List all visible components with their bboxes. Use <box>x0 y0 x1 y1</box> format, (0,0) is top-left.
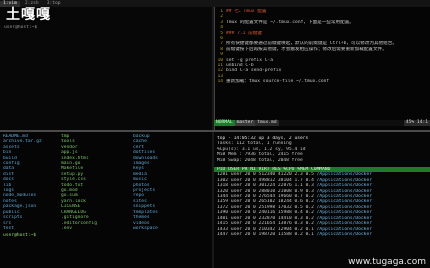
vim-branch: master <box>234 120 256 126</box>
pane-text: user@host:~$ <box>4 25 38 30</box>
table-row[interactable]: 1447 user 20 0 198720 11588 0.2 0.1 /App… <box>217 232 427 237</box>
tmux-window-bar: 1:vim 2:zsh 3:top <box>0 0 430 7</box>
vim-position: 45% 14:1 <box>403 120 430 126</box>
list-item: test <box>3 225 15 231</box>
file-column-1: README.md archive.tar.gz assets bin buil… <box>3 134 61 231</box>
list-item: workspace <box>133 225 158 231</box>
list-item: .env <box>61 225 73 231</box>
top-summary-line: MiB Swap: 2048 total, 2048 free <box>217 157 303 163</box>
editor-line: 14 重新加载：tmux source-file ~/.tmux.conf <box>217 79 330 85</box>
file-column-2: tmp tools vendor app.js index.html main.… <box>61 134 133 231</box>
pane-process-monitor[interactable]: top - 14:05:32 up 3 days, 2 users Tasks:… <box>214 132 430 268</box>
vim-mode: NORMAL <box>214 120 235 126</box>
pane-file-list[interactable]: README.md archive.tar.gz assets bin buil… <box>0 132 212 268</box>
window-tab-top[interactable]: 3:top <box>44 1 64 7</box>
site-watermark: www.tugaga.com <box>348 256 426 267</box>
pane-top-left[interactable]: user@host:~$ <box>0 7 212 130</box>
file-column-3: backup cache cert dotfiles downloads ima… <box>133 134 209 231</box>
pane-editor[interactable]: 1 ## 七、Tmux 配置 2 3 Tmux 的配置文件是 ~/.tmux.con… <box>214 7 430 130</box>
window-tab-zsh[interactable]: 2:zsh <box>22 1 42 7</box>
shell-prompt[interactable]: user@host:~$ <box>0 231 212 240</box>
vim-statusline: NORMAL master tmux.md 45% 14:1 <box>214 120 430 126</box>
window-tab-vim[interactable]: 1:vim <box>0 0 20 7</box>
vim-filename: tmux.md <box>255 120 279 126</box>
site-logo: 土嘎嘎 <box>6 7 51 23</box>
